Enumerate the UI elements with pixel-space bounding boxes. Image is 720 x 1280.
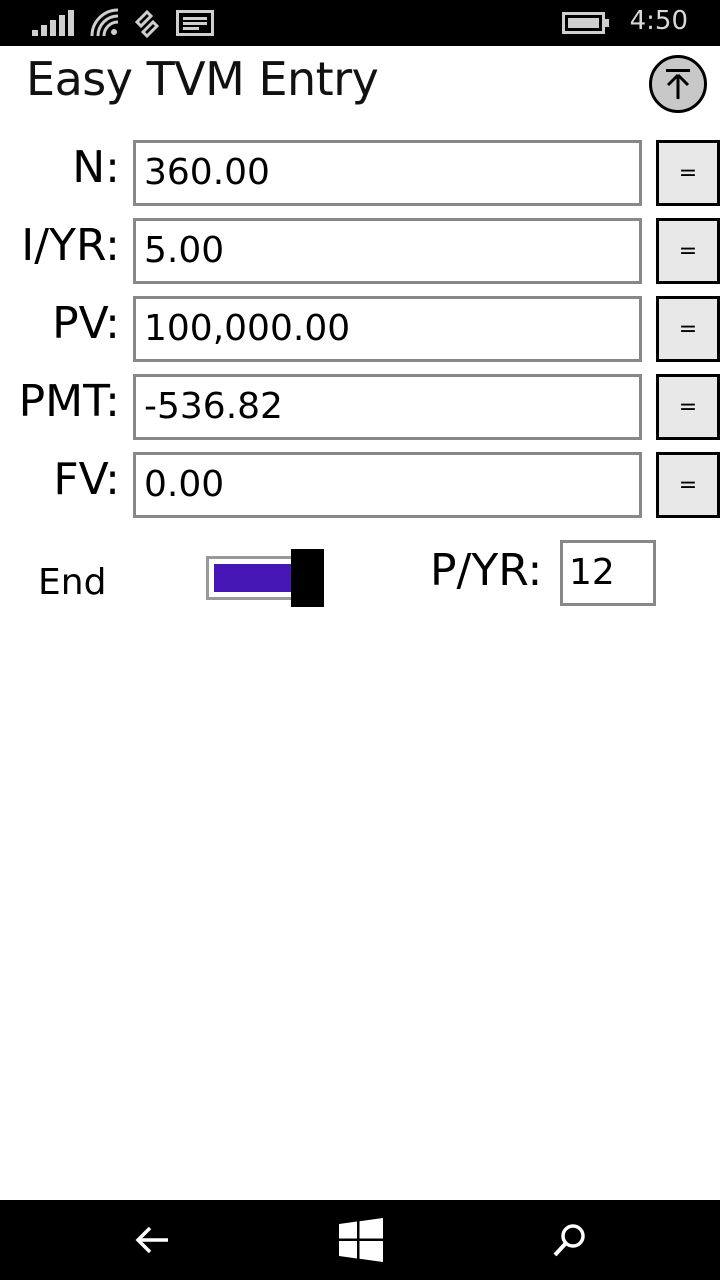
wifi-icon: [90, 8, 119, 37]
pv-input[interactable]: 100,000.00: [133, 296, 642, 362]
scroll-to-top-button[interactable]: [649, 55, 707, 113]
message-icon: [176, 10, 214, 36]
battery-icon: [562, 12, 609, 34]
payment-timing-label: End: [38, 562, 107, 603]
fv-input[interactable]: 0.00: [133, 452, 642, 518]
iyr-input[interactable]: 5.00: [133, 218, 642, 284]
toggle-fill: [214, 564, 292, 592]
search-icon: [553, 1224, 585, 1257]
n-label: N:: [72, 142, 120, 193]
back-arrow-icon: [135, 1226, 168, 1254]
solve-pmt-button[interactable]: =: [656, 374, 720, 440]
windows-icon: [339, 1218, 383, 1262]
fv-label: FV:: [53, 454, 120, 505]
pmt-input[interactable]: -536.82: [133, 374, 642, 440]
pyr-label: P/YR:: [430, 545, 543, 596]
toggle-thumb[interactable]: [291, 549, 324, 607]
page-title: Easy TVM Entry: [26, 52, 379, 106]
cellular-data-icon: [134, 9, 160, 38]
arrow-up-to-top-icon: [666, 69, 690, 99]
pyr-input[interactable]: 12: [560, 540, 656, 606]
n-input[interactable]: 360.00: [133, 140, 642, 206]
tvm-row-pmt: PMT: -536.82 =: [0, 374, 720, 440]
iyr-label: I/YR:: [21, 220, 120, 271]
status-time: 4:50: [629, 6, 688, 36]
start-button[interactable]: [331, 1214, 391, 1266]
solve-n-button[interactable]: =: [656, 140, 720, 206]
tvm-row-pv: PV: 100,000.00 =: [0, 296, 720, 362]
solve-fv-button[interactable]: =: [656, 452, 720, 518]
tvm-row-fv: FV: 0.00 =: [0, 452, 720, 518]
payment-timing-toggle[interactable]: [206, 556, 294, 600]
tvm-row-n: N: 360.00 =: [0, 140, 720, 206]
back-button[interactable]: [122, 1214, 182, 1266]
status-bar: 4:50: [0, 0, 720, 46]
solve-pv-button[interactable]: =: [656, 296, 720, 362]
pv-label: PV:: [52, 298, 120, 349]
navigation-bar: [0, 1200, 720, 1280]
signal-icon: [32, 10, 74, 36]
search-button[interactable]: [540, 1214, 600, 1266]
solve-iyr-button[interactable]: =: [656, 218, 720, 284]
pmt-label: PMT:: [18, 376, 120, 427]
tvm-row-iyr: I/YR: 5.00 =: [0, 218, 720, 284]
